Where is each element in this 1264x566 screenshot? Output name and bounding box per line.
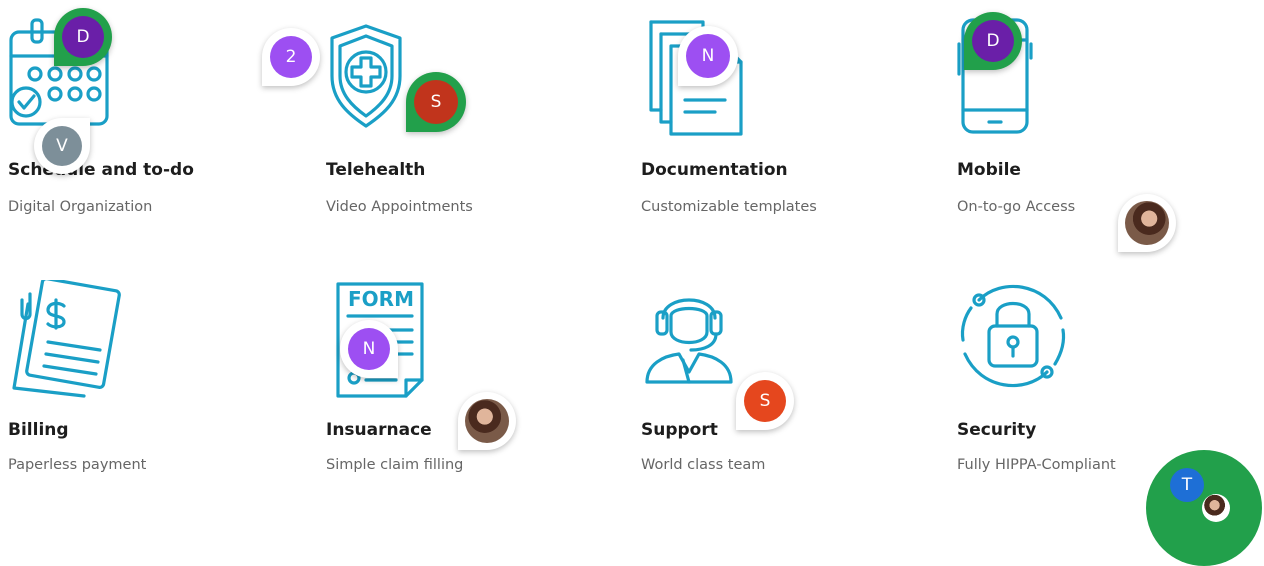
- feature-subtitle: Fully HIPPA-Compliant: [957, 457, 1116, 473]
- avatar: N: [348, 328, 390, 370]
- feature-subtitle: On-to-go Access: [957, 199, 1076, 215]
- presence-bubble-d2[interactable]: D: [964, 12, 1022, 70]
- feature-title: Schedule and to-do: [8, 160, 194, 180]
- presence-bubble-photo-2[interactable]: [458, 392, 516, 450]
- feature-title: Security: [957, 420, 1037, 440]
- user-photo-avatar: [465, 399, 509, 443]
- feature-title: Documentation: [641, 160, 788, 180]
- avatar-initial: D: [76, 27, 90, 47]
- avatar-initial: N: [362, 339, 376, 359]
- avatar-initial: S: [430, 92, 442, 112]
- feature-subtitle: World class team: [641, 457, 766, 473]
- headset-agent-icon: [645, 298, 733, 384]
- invoice-dollar-icon: [12, 280, 121, 398]
- presence-bubble-n1[interactable]: N: [678, 26, 738, 86]
- presence-bubble-t[interactable]: T: [1146, 450, 1262, 566]
- feature-title: Insuarnace: [326, 420, 432, 440]
- feature-subtitle: Video Appointments: [326, 199, 473, 215]
- user-count: 2: [285, 47, 297, 67]
- feature-subtitle: Digital Organization: [8, 199, 153, 215]
- presence-bubble-s1[interactable]: S: [406, 72, 466, 132]
- feature-subtitle: Paperless payment: [8, 457, 147, 473]
- user-photo-avatar: [1125, 201, 1169, 245]
- feature-billing: Billing Paperless payment: [8, 280, 268, 490]
- avatar-initial: N: [701, 46, 715, 66]
- feature-subtitle: Simple claim filling: [326, 457, 464, 473]
- padlock-icon: [960, 285, 1066, 387]
- feature-schedule: Schedule and to-do Digital Organization: [8, 14, 268, 224]
- avatar-initial: S: [759, 391, 771, 411]
- feature-title: Mobile: [957, 160, 1021, 180]
- presence-bubble-s2[interactable]: S: [736, 372, 794, 430]
- feature-subtitle: Customizable templates: [641, 199, 817, 215]
- avatar-initial: T: [1181, 475, 1193, 495]
- presence-bubble-d1[interactable]: D: [54, 8, 112, 66]
- user-photo-avatar: [1202, 494, 1230, 522]
- presence-bubble-photo-1[interactable]: [1118, 194, 1176, 252]
- presence-bubble-v[interactable]: V: [34, 118, 90, 174]
- avatar: V: [42, 126, 82, 166]
- avatar: S: [414, 80, 458, 124]
- avatar: N: [686, 34, 730, 78]
- feature-title: Billing: [8, 420, 69, 440]
- presence-count-bubble[interactable]: 2: [262, 28, 320, 86]
- feature-title: Support: [641, 420, 718, 440]
- feature-insurance: FORM Insuarnace Simple claim filling: [326, 280, 586, 490]
- avatar: T: [1170, 468, 1204, 502]
- user-count-badge: 2: [270, 36, 312, 78]
- avatar: D: [972, 20, 1014, 62]
- avatar: D: [62, 16, 104, 58]
- presence-bubble-n2[interactable]: N: [340, 320, 398, 378]
- feature-title: Telehealth: [326, 160, 426, 180]
- avatar: S: [744, 380, 786, 422]
- svg-text:FORM: FORM: [348, 287, 414, 311]
- avatar-initial: V: [56, 136, 68, 156]
- avatar-initial: D: [986, 31, 1000, 51]
